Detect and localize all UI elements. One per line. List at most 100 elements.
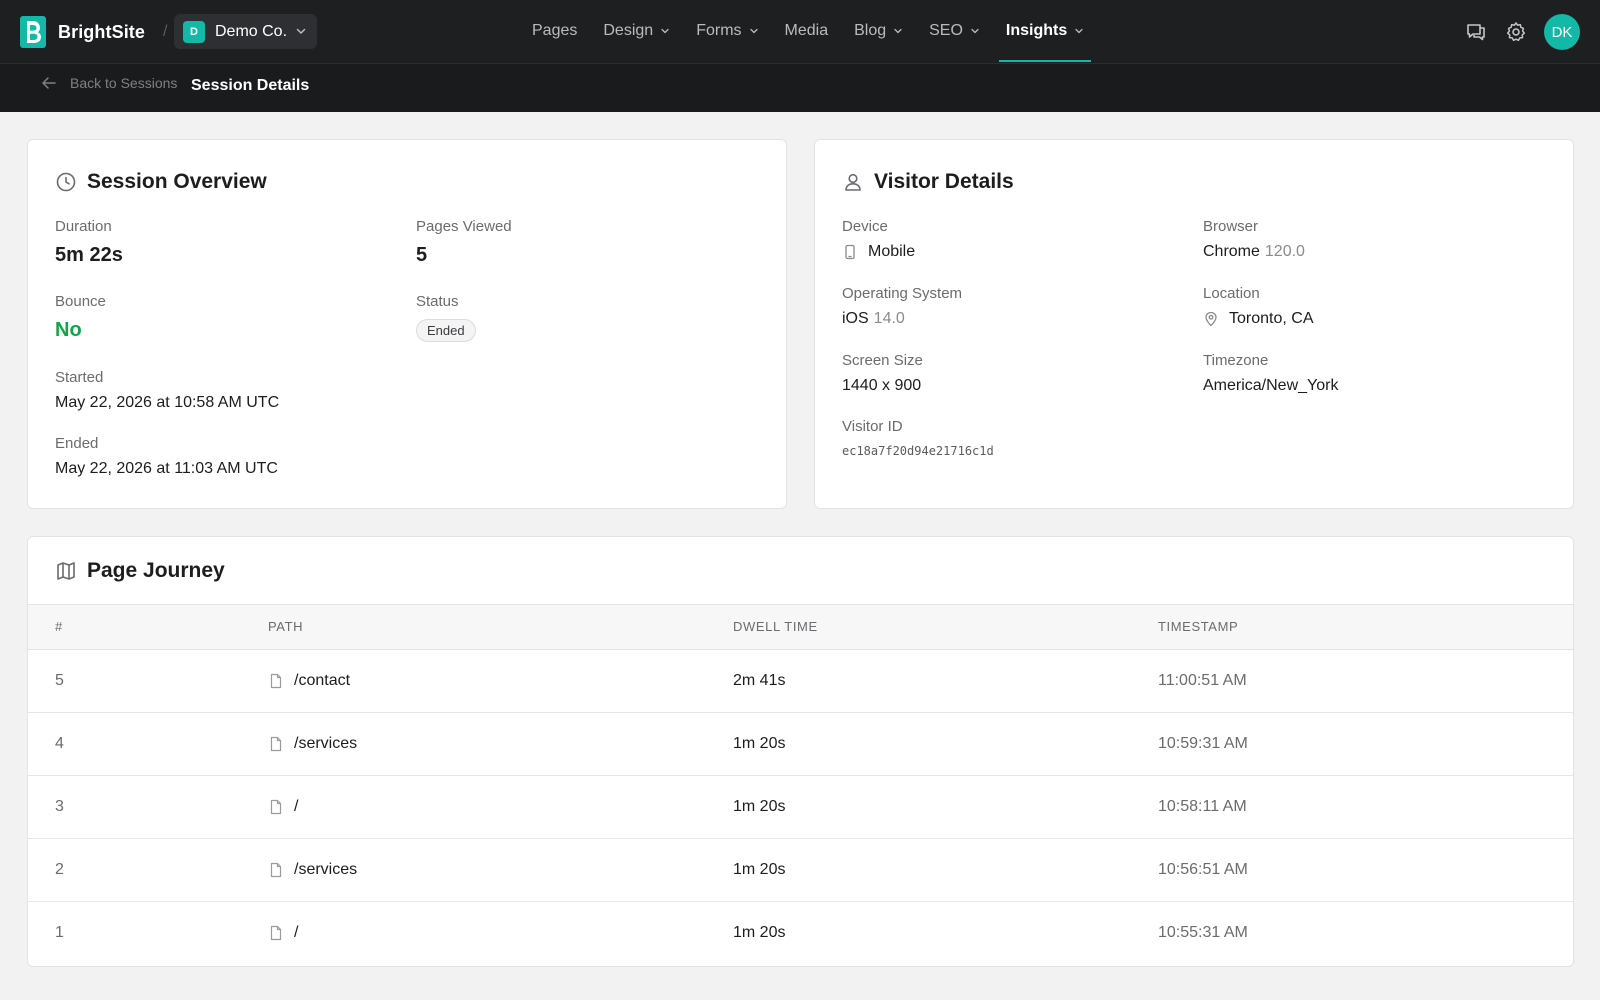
bounce-value: No <box>55 319 82 341</box>
row-path-text: /services <box>294 861 358 878</box>
bounce-label: Bounce <box>55 293 106 310</box>
pages-viewed-label: Pages Viewed <box>416 218 512 235</box>
top-navigation-bar: BrightSite / D Demo Co. Pages Design For… <box>0 0 1600 64</box>
row-path: /services <box>268 861 357 879</box>
started-field: Started May 22, 2026 at 10:58 AM UTC <box>55 369 279 412</box>
row-path: /contact <box>268 672 350 690</box>
chevron-down-icon <box>661 28 669 34</box>
os-name: iOS <box>842 310 869 327</box>
device-field: Device Mobile <box>842 218 915 261</box>
gear-icon[interactable] <box>1504 20 1528 44</box>
row-timestamp: 10:55:31 AM <box>1158 924 1248 941</box>
timezone-field: Timezone America/New_York <box>1203 352 1338 395</box>
table-row[interactable]: 4 /services 1m 20s 10:59:31 AM <box>28 713 1573 776</box>
visitor-id-label: Visitor ID <box>842 418 903 435</box>
ended-value: May 22, 2026 at 11:03 AM UTC <box>55 460 278 477</box>
browser-field: Browser Chrome 120.0 <box>1203 218 1305 261</box>
row-path-text: /services <box>294 735 358 752</box>
row-timestamp: 10:59:31 AM <box>1158 735 1248 752</box>
page-journey-card: Page Journey # PATH DWELL TIME TIMESTAMP… <box>27 536 1574 967</box>
brand-name: BrightSite <box>58 21 146 42</box>
row-number: 1 <box>55 924 64 941</box>
started-value: May 22, 2026 at 10:58 AM UTC <box>55 394 280 411</box>
brand[interactable]: BrightSite / <box>20 14 167 50</box>
nav-item-label: Media <box>784 22 829 39</box>
row-timestamp: 10:56:51 AM <box>1158 861 1248 878</box>
brightsite-logo-icon <box>20 16 46 48</box>
nav-item-blog[interactable]: Blog <box>847 0 910 62</box>
location-field: Location Toronto, CA <box>1203 285 1313 328</box>
timezone-value: America/New_York <box>1203 377 1339 394</box>
ended-label: Ended <box>55 435 99 452</box>
table-row[interactable]: 5 /contact 2m 41s 11:00:51 AM <box>28 650 1573 713</box>
browser-label: Browser <box>1203 218 1259 235</box>
page-journey-title: Page Journey <box>55 559 225 583</box>
screen-size-field: Screen Size 1440 x 900 <box>842 352 923 395</box>
table-row[interactable]: 2 /services 1m 20s 10:56:51 AM <box>28 839 1573 902</box>
timezone-label: Timezone <box>1203 352 1269 369</box>
user-icon <box>845 173 861 191</box>
map-icon <box>57 562 75 580</box>
nav-item-seo[interactable]: SEO <box>922 0 987 62</box>
row-path: / <box>268 798 298 816</box>
table-header: # PATH DWELL TIME TIMESTAMP <box>28 604 1573 650</box>
nav-item-design[interactable]: Design <box>596 0 677 62</box>
arrow-left-icon <box>42 77 56 89</box>
os-version: 14.0 <box>873 310 905 327</box>
nav-item-forms[interactable]: Forms <box>689 0 765 62</box>
nav-item-media[interactable]: Media <box>778 0 836 62</box>
location-label: Location <box>1203 285 1260 302</box>
session-overview-title: Session Overview <box>55 170 267 194</box>
visitor-id-field: Visitor ID ec18a7f20d94e21716c1d <box>842 418 994 458</box>
row-path-text: / <box>294 798 299 815</box>
card-title-text: Session Overview <box>87 170 267 193</box>
column-header-dwell-time: DWELL TIME <box>733 619 818 634</box>
nav-item-label: Insights <box>1005 22 1068 39</box>
row-number: 3 <box>55 798 64 815</box>
row-timestamp: 10:58:11 AM <box>1158 798 1247 815</box>
row-timestamp: 11:00:51 AM <box>1158 672 1247 689</box>
table-row[interactable]: 3 / 1m 20s 10:58:11 AM <box>28 776 1573 839</box>
back-link-label: Back to Sessions <box>70 75 178 91</box>
duration-label: Duration <box>55 218 112 235</box>
nav-item-pages[interactable]: Pages <box>525 0 584 62</box>
column-header-timestamp: TIMESTAMP <box>1158 619 1239 634</box>
browser-value: Chrome 120.0 <box>1203 243 1305 261</box>
os-label: Operating System <box>842 285 963 302</box>
location-value: Toronto, CA <box>1203 310 1313 328</box>
brand-separator: / <box>163 23 168 40</box>
pages-viewed-value: 5 <box>416 244 428 266</box>
row-path-text: /contact <box>294 672 351 689</box>
chevron-down-icon <box>749 28 758 34</box>
browser-name: Chrome <box>1203 243 1260 260</box>
clock-icon <box>56 172 76 192</box>
back-to-sessions-link[interactable]: Back to Sessions <box>40 74 177 92</box>
started-label: Started <box>55 369 104 386</box>
table-body: 5 /contact 2m 41s 11:00:51 AM 4 /service… <box>28 650 1573 968</box>
browser-version: 120.0 <box>1264 243 1305 260</box>
pages-viewed-field: Pages Viewed 5 <box>416 218 512 267</box>
chat-icon[interactable] <box>1464 20 1488 44</box>
status-badge: Ended <box>416 319 476 342</box>
workspace-badge: D <box>183 20 205 43</box>
screen-size-value: 1440 x 900 <box>842 377 922 394</box>
bounce-field: Bounce No <box>55 293 106 342</box>
avatar[interactable]: DK <box>1544 14 1580 50</box>
nav-item-label: Design <box>603 22 654 39</box>
chevron-down-icon <box>296 28 306 34</box>
nav-item-insights[interactable]: Insights <box>998 0 1092 62</box>
page-title: Session Details <box>191 77 310 94</box>
nav-item-label: Pages <box>532 22 578 39</box>
status-label: Status <box>416 293 459 310</box>
device-label: Device <box>842 218 888 235</box>
file-icon <box>270 673 282 689</box>
row-dwell-time: 1m 20s <box>733 861 786 878</box>
location-text: Toronto, CA <box>1229 310 1314 327</box>
smartphone-icon <box>845 244 855 260</box>
workspace-switcher[interactable]: D Demo Co. <box>174 14 317 49</box>
os-field: Operating System iOS 14.0 <box>842 285 962 328</box>
table-row[interactable]: 1 / 1m 20s 10:55:31 AM <box>28 902 1573 965</box>
row-dwell-time: 1m 20s <box>733 735 786 752</box>
duration-field: Duration 5m 22s <box>55 218 123 267</box>
os-value: iOS 14.0 <box>842 310 962 328</box>
